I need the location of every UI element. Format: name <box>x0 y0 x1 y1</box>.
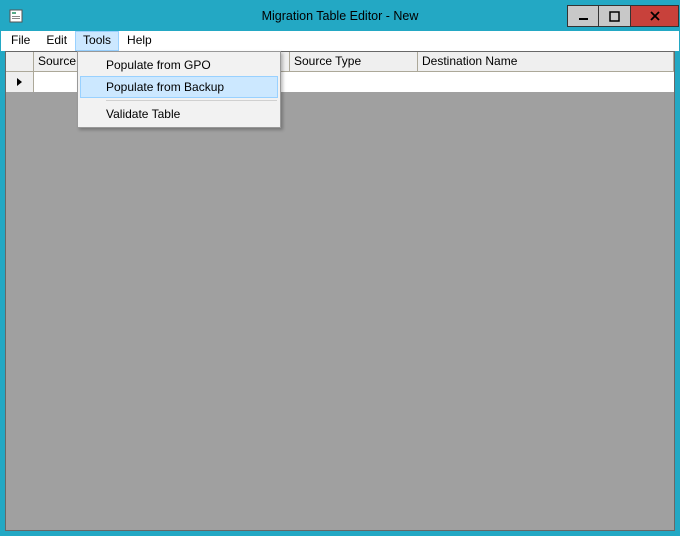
menu-edit[interactable]: Edit <box>38 31 75 51</box>
app-window: Migration Table Editor - New File Edit T… <box>0 0 680 536</box>
grid-row-indicator[interactable] <box>6 72 34 92</box>
minimize-button[interactable] <box>567 5 599 27</box>
grid-header-rowselector[interactable] <box>6 52 34 71</box>
maximize-button[interactable] <box>599 5 631 27</box>
menu-file[interactable]: File <box>3 31 38 51</box>
menubar: File Edit Tools Help <box>1 31 679 51</box>
menuitem-populate-from-backup[interactable]: Populate from Backup <box>80 76 278 98</box>
close-button[interactable] <box>631 5 679 27</box>
grid-col-destination-name[interactable]: Destination Name <box>418 52 674 71</box>
current-row-arrow-icon <box>17 78 22 86</box>
titlebar[interactable]: Migration Table Editor - New <box>1 1 679 31</box>
cell-destination-name[interactable] <box>418 72 674 92</box>
window-controls <box>567 5 679 27</box>
dropdown-separator <box>106 100 277 101</box>
cell-source-type[interactable] <box>290 72 418 92</box>
app-icon <box>8 8 24 24</box>
menu-tools[interactable]: Tools <box>75 31 119 51</box>
tools-dropdown: Populate from GPO Populate from Backup V… <box>77 51 281 128</box>
grid-col-source-type[interactable]: Source Type <box>290 52 418 71</box>
menu-help[interactable]: Help <box>119 31 160 51</box>
menuitem-validate-table[interactable]: Validate Table <box>80 103 278 125</box>
menuitem-populate-from-gpo[interactable]: Populate from GPO <box>80 54 278 76</box>
